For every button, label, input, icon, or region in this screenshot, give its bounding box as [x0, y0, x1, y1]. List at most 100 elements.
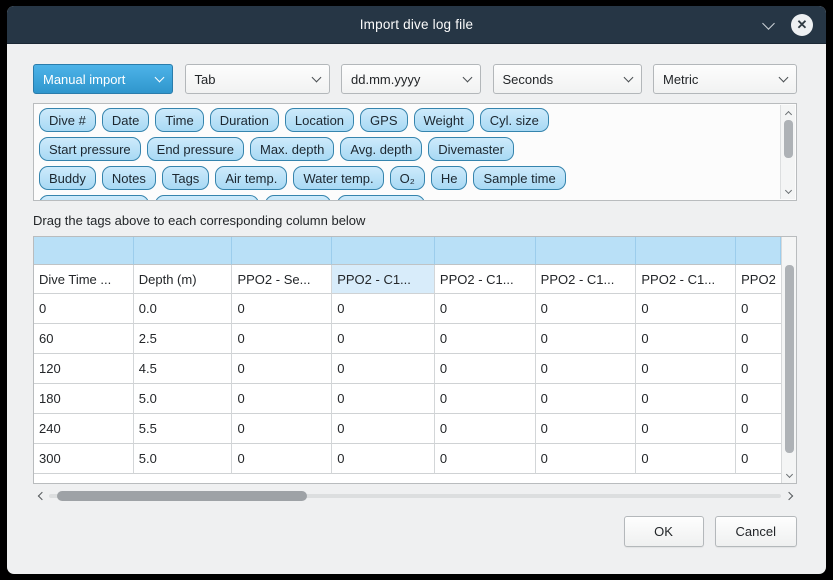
table-cell: 0 [536, 294, 637, 324]
scroll-right-icon[interactable] [783, 489, 797, 503]
import-type-combobox[interactable]: Manual import [33, 64, 173, 94]
column-header-highlighted: PPO2 - C1... [332, 265, 435, 294]
column-header: PPO2 - Se... [232, 265, 332, 294]
column-tags-panel: Dive # Date Time Duration Location GPS W… [33, 103, 797, 201]
drag-tag[interactable] [265, 195, 331, 201]
close-icon: ✕ [797, 18, 808, 31]
scrollbar-handle[interactable] [784, 120, 793, 158]
drag-tag[interactable]: He [431, 166, 468, 190]
table-cell: 0 [232, 324, 332, 354]
table-cell: 2.5 [134, 324, 233, 354]
drag-tag[interactable] [39, 195, 149, 201]
table-cell: 0 [232, 414, 332, 444]
import-dialog: Import dive log file ✕ Manual import Tab… [7, 6, 826, 574]
table-cell: 0 [232, 444, 332, 474]
drag-tag[interactable]: Cyl. size [480, 108, 549, 132]
table-cell: 0 [232, 384, 332, 414]
drag-tag[interactable]: Date [102, 108, 149, 132]
titlebar[interactable]: Import dive log file ✕ [7, 6, 826, 44]
table-cell: 0 [736, 414, 781, 444]
table-cell: 4.5 [134, 354, 233, 384]
scroll-up-icon[interactable] [781, 106, 795, 119]
table-row: 240 5.5 0 0 0 0 0 0 [34, 414, 781, 444]
column-drop-target[interactable] [636, 237, 736, 265]
column-header: PPO2 - C1... [435, 265, 536, 294]
table-cell: 0 [435, 384, 536, 414]
cancel-button[interactable]: Cancel [715, 516, 797, 547]
table-horizontal-scrollbar[interactable] [33, 489, 797, 503]
scrollbar-handle[interactable] [57, 491, 307, 501]
table-cell: 0 [536, 384, 637, 414]
drag-tag[interactable]: Sample time [473, 166, 565, 190]
table-cell: 0 [736, 444, 781, 474]
dialog-footer: OK Cancel [33, 516, 797, 547]
import-options-toolbar: Manual import Tab dd.mm.yyyy Seconds Met… [33, 64, 797, 94]
drag-instruction-label: Drag the tags above to each correspondin… [33, 213, 797, 228]
drag-tag[interactable]: Time [155, 108, 203, 132]
date-format-combobox[interactable]: dd.mm.yyyy [341, 64, 481, 94]
drag-tag[interactable]: Water temp. [293, 166, 383, 190]
titlebar-chevron-down-icon[interactable] [762, 17, 775, 30]
drag-tag[interactable]: Divemaster [428, 137, 514, 161]
table-cell: 0 [435, 444, 536, 474]
table-cell: 5.0 [134, 384, 233, 414]
drag-tag[interactable]: End pressure [147, 137, 244, 161]
table-cell: 0 [636, 384, 736, 414]
column-drop-target[interactable] [435, 237, 536, 265]
table-row: 180 5.0 0 0 0 0 0 0 [34, 384, 781, 414]
drag-tag[interactable]: Avg. depth [340, 137, 422, 161]
drag-tag[interactable]: Weight [414, 108, 474, 132]
scroll-left-icon[interactable] [33, 489, 47, 503]
chevron-down-icon [155, 73, 165, 83]
drag-tag[interactable]: GPS [360, 108, 407, 132]
table-cell: 0 [636, 324, 736, 354]
drag-tag[interactable]: Notes [102, 166, 156, 190]
drag-tag[interactable]: Start pressure [39, 137, 141, 161]
column-drop-target[interactable] [134, 237, 233, 265]
combo-value: Seconds [503, 72, 554, 87]
table-cell: 0 [332, 384, 435, 414]
chevron-down-icon [779, 73, 789, 83]
drag-tag[interactable]: Duration [210, 108, 279, 132]
drag-tag[interactable] [337, 195, 425, 201]
scrollbar-handle[interactable] [785, 265, 794, 453]
table-cell: 0 [736, 384, 781, 414]
drag-tag[interactable]: O₂ [390, 166, 425, 190]
drag-tag[interactable]: Air temp. [215, 166, 287, 190]
drag-tag[interactable]: Tags [162, 166, 209, 190]
table-cell: 0 [536, 444, 637, 474]
column-drop-target[interactable] [736, 237, 781, 265]
column-drop-target[interactable] [34, 237, 134, 265]
drag-tag[interactable]: Dive # [39, 108, 96, 132]
table-cell: 0 [636, 414, 736, 444]
table-cell: 0 [435, 354, 536, 384]
scroll-down-icon[interactable] [782, 469, 796, 482]
combo-value: dd.mm.yyyy [351, 72, 420, 87]
drag-tag[interactable]: Max. depth [250, 137, 334, 161]
table-cell: 0 [636, 444, 736, 474]
time-format-combobox[interactable]: Seconds [493, 64, 642, 94]
table-cell: 60 [34, 324, 134, 354]
table-cell: 0 [536, 414, 637, 444]
table-cell: 5.5 [134, 414, 233, 444]
units-combobox[interactable]: Metric [653, 64, 797, 94]
ok-button[interactable]: OK [624, 516, 704, 547]
column-header: Dive Time ... [34, 265, 134, 294]
column-drop-target[interactable] [232, 237, 332, 265]
scroll-down-icon[interactable] [781, 185, 795, 198]
drag-tag[interactable]: Location [285, 108, 354, 132]
tag-row: Dive # Date Time Duration Location GPS W… [39, 108, 775, 132]
field-separator-combobox[interactable]: Tab [185, 64, 330, 94]
drag-tag[interactable] [155, 195, 259, 201]
table-cell: 0 [232, 354, 332, 384]
column-drop-target[interactable] [536, 237, 637, 265]
column-drop-target[interactable] [332, 237, 435, 265]
column-header: PPO2 [736, 265, 781, 294]
close-button[interactable]: ✕ [791, 14, 813, 36]
table-vertical-scrollbar[interactable] [781, 237, 796, 483]
tags-scrollbar[interactable] [780, 105, 795, 199]
drag-tag[interactable]: Buddy [39, 166, 96, 190]
table-cell: 240 [34, 414, 134, 444]
table-cell: 5.0 [134, 444, 233, 474]
table-cell: 0 [435, 294, 536, 324]
